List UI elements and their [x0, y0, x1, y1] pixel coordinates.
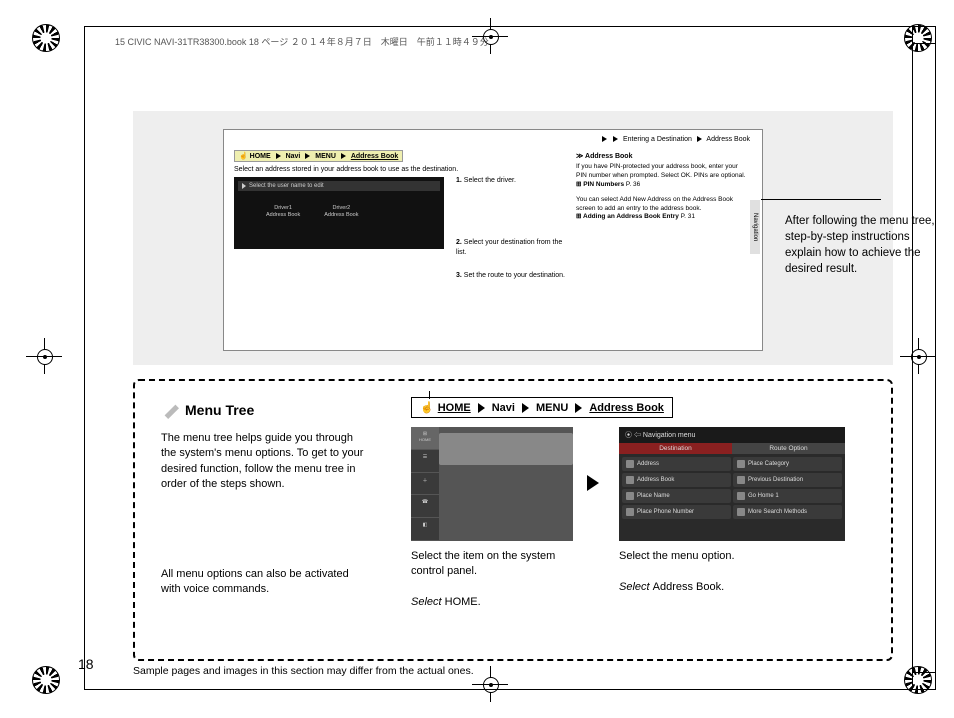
screenshot-select-driver: Select the user name to edit Driver1Addr…	[234, 177, 444, 249]
triangle-icon	[522, 403, 529, 413]
home-side-item: ☰	[411, 450, 439, 473]
triangle-icon	[478, 403, 485, 413]
cross-mark	[32, 344, 56, 368]
driver-option: Driver1Address Book	[266, 205, 300, 219]
triangle-icon	[613, 136, 618, 142]
menu-tree-paragraph: The menu tree helps guide you through th…	[161, 431, 371, 493]
callout-leader	[761, 199, 881, 200]
home-side-item: ◧	[411, 518, 439, 541]
nav-menu-item: Address Book	[622, 473, 731, 487]
menu-tree-heading: Menu Tree	[161, 401, 254, 419]
driver-option: Driver2Address Book	[324, 205, 358, 219]
page-number: 18	[78, 656, 94, 672]
triangle-icon	[697, 136, 702, 142]
example-side-notes: ≫ Address Book If you have PIN-protected…	[576, 152, 746, 222]
page-frame: 15 CIVIC NAVI-31TR38300.book 18 ページ ２０１４…	[84, 26, 936, 690]
nav-tab: Route Option	[732, 443, 845, 454]
nav-tab: Destination	[619, 443, 732, 454]
doc-header: 15 CIVIC NAVI-31TR38300.book 18 ページ ２０１４…	[115, 35, 489, 48]
caption: Select the item on the system control pa…	[411, 549, 591, 611]
callout-leader	[429, 391, 430, 399]
triangle-icon	[575, 403, 582, 413]
mini-breadcrumb: ☝ HOME Navi MENU Address Book	[234, 150, 403, 162]
triangle-icon	[602, 136, 607, 142]
nav-menu-item: More Search Methods	[733, 505, 842, 519]
steps-list: 1. Select the driver. 2. Select your des…	[456, 176, 566, 295]
screenshot-home: ⊞HOME ☰ ＋ ☎ ◧	[411, 427, 573, 541]
menu-tree-box: Menu Tree The menu tree helps guide you …	[133, 379, 893, 661]
home-side-item: ⊞HOME	[411, 427, 439, 450]
register-mark	[32, 24, 60, 52]
side-tab-navigation: Navigation	[750, 200, 760, 254]
home-side-item: ＋	[411, 473, 439, 496]
menu-tree-paragraph: All menu options can also be activated w…	[161, 567, 371, 598]
nav-menu-item: Place Phone Number	[622, 505, 731, 519]
callout-text: After following the menu tree, step-by-s…	[785, 213, 935, 277]
nav-menu-item: Go Home 1	[733, 489, 842, 503]
nav-menu-item: Place Category	[733, 457, 842, 471]
example-panel: Entering a Destination Address Book ☝ HO…	[223, 129, 763, 351]
example-area: Address Book Entering a Destination Addr…	[133, 111, 893, 365]
nav-menu-item: Place Name	[622, 489, 731, 503]
nav-menu-item: Previous Destination	[733, 473, 842, 487]
home-side-item: ☎	[411, 495, 439, 518]
brush-icon	[161, 401, 179, 419]
nav-menu-item: Address	[622, 457, 731, 471]
caption: Select the menu option. Select Address B…	[619, 549, 819, 595]
menu-tree-breadcrumb: ☝ HOME Navi MENU Address Book	[411, 397, 673, 418]
sample-note: Sample pages and images in this section …	[133, 665, 474, 677]
screenshot-nav-menu: ⦿ ⇦ Navigation menu Destination Route Op…	[619, 427, 845, 541]
register-mark	[32, 666, 60, 694]
arrow-right-icon	[587, 475, 599, 491]
gutter	[912, 27, 935, 689]
home-panel	[439, 433, 573, 465]
breadcrumb-top: Entering a Destination Address Book	[599, 136, 750, 143]
